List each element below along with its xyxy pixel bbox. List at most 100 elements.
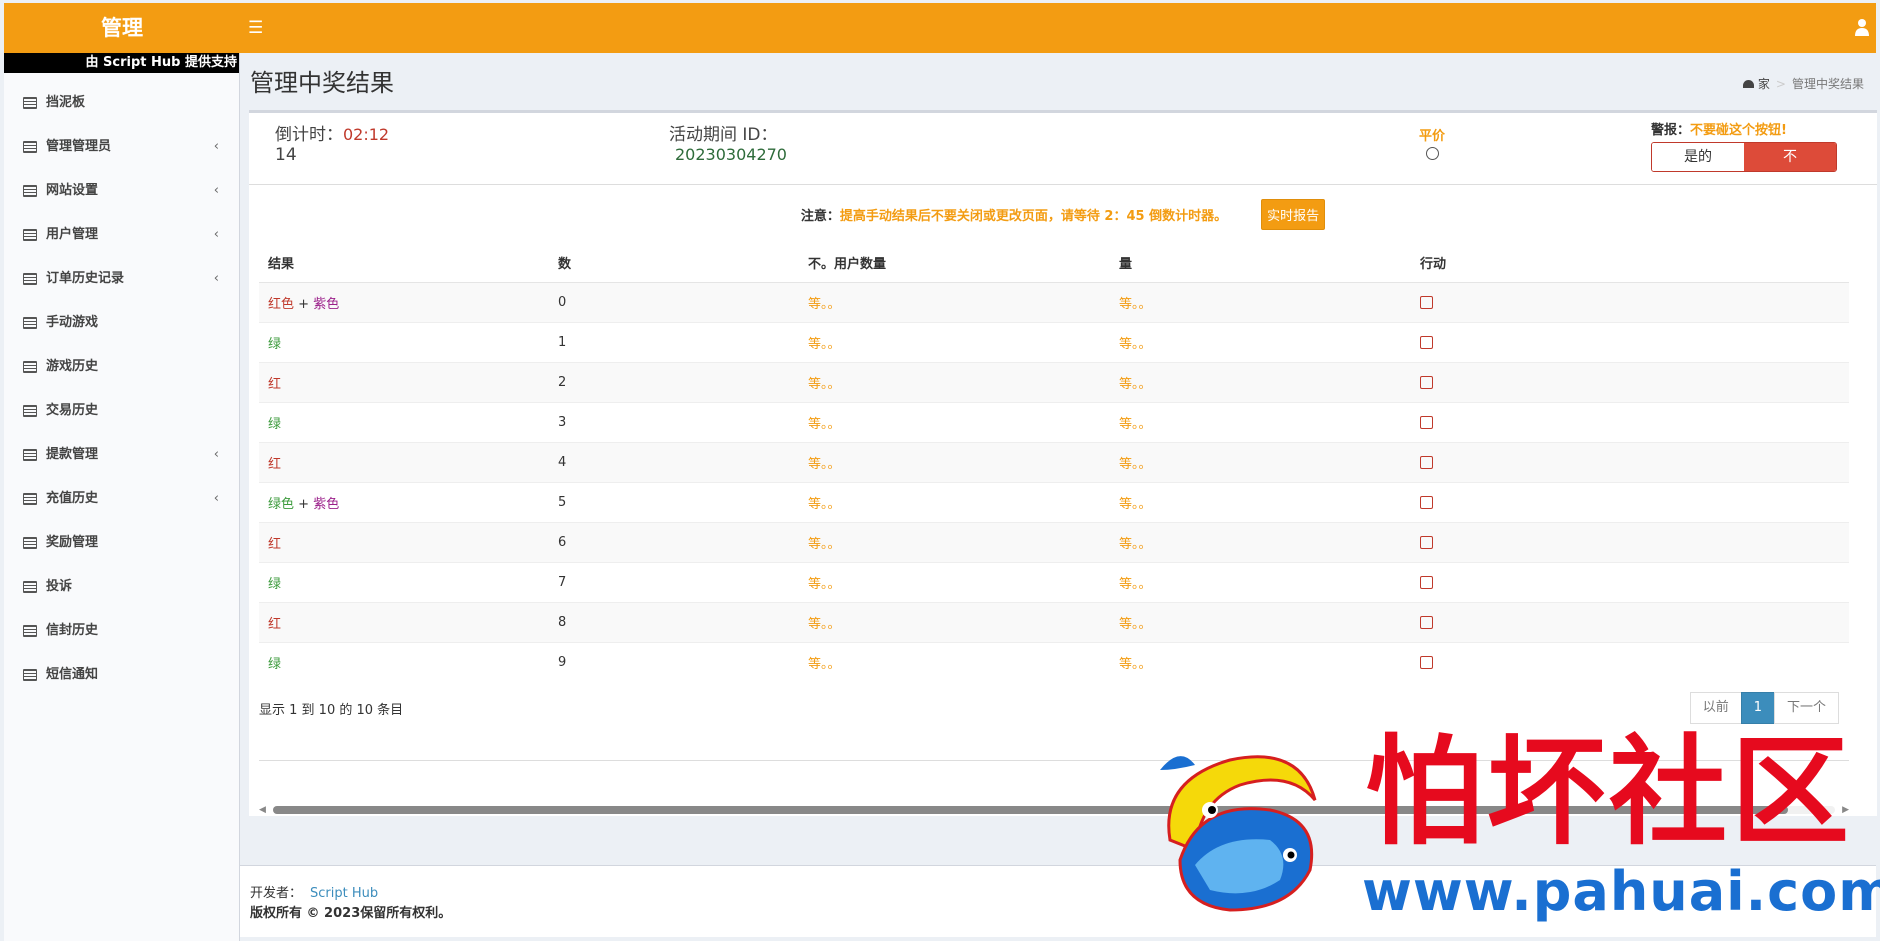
top-navbar: 管理 ☰ [4, 3, 1876, 53]
logo[interactable]: 管理 [4, 3, 240, 53]
sidebar-item-label: 交易历史 [46, 403, 99, 418]
results-box: 倒计时：02:12 14 活动期间 ID： 20230304270 平价 警报：… [249, 110, 1877, 816]
col-number[interactable]: 数 [549, 244, 799, 283]
sidebar-item-2[interactable]: 网站设置 ‹ [4, 169, 239, 213]
cell-number: 3 [549, 401, 799, 442]
sidebar-item-7[interactable]: 交易历史 [4, 389, 239, 433]
prev-page-button[interactable]: 以前 [1689, 692, 1742, 724]
sidebar-item-1[interactable]: 管理管理员 ‹ [4, 125, 239, 169]
list-icon [23, 97, 37, 109]
tie-label: 平价 [1418, 129, 1445, 144]
user-icon[interactable] [1854, 17, 1870, 37]
sidebar-item-8[interactable]: 提款管理 ‹ [4, 433, 239, 477]
sidebar-item-3[interactable]: 用户管理 ‹ [4, 213, 239, 257]
result-checkbox[interactable] [1420, 615, 1433, 629]
breadcrumb-home[interactable]: 家 [1758, 77, 1770, 91]
sidebar-item-6[interactable]: 游戏历史 [4, 345, 239, 389]
col-amount[interactable]: 量 [1110, 244, 1411, 283]
period-id: 活动期间 ID： 20230304270 [669, 125, 787, 165]
col-user-count[interactable]: 不。用户数量 [799, 244, 1110, 283]
table-body: 红色 + 紫色 0 等。。 等。。绿 1 等。。 等。。红 2 等。。 等。。绿 3 等。。 等。。红 4… [259, 281, 1849, 682]
list-icon [23, 273, 37, 285]
result-part: 紫色 [313, 296, 340, 312]
cell-user-count: 等。。 [799, 561, 1110, 602]
result-part: + [294, 496, 314, 512]
sidebar-item-label: 奖励管理 [46, 535, 99, 550]
list-icon [23, 449, 37, 461]
result-part: 绿 [268, 416, 282, 432]
cell-number: 1 [549, 321, 799, 362]
chevron-left-icon: ‹ [213, 271, 219, 286]
result-checkbox[interactable] [1420, 535, 1433, 549]
table-row: 红 8 等。。 等。。 [259, 601, 1849, 642]
notice-label: 注意： [800, 209, 840, 224]
result-part: 紫色 [313, 496, 340, 512]
result-checkbox[interactable] [1420, 415, 1433, 429]
no-button[interactable]: 不 [1744, 143, 1836, 171]
cell-action [1411, 641, 1849, 682]
sidebar-item-label: 游戏历史 [46, 359, 99, 374]
sidebar-item-9[interactable]: 充值历史 ‹ [4, 477, 239, 521]
sidebar-item-0[interactable]: 挡泥板 [4, 81, 239, 125]
copyright: 版权所有 © 2023保留所有权利。 [250, 906, 452, 921]
sidebar-item-12[interactable]: 信封历史 [4, 609, 239, 653]
cell-user-count: 等。。 [799, 641, 1110, 682]
table-row: 绿 9 等。。 等。。 [259, 641, 1849, 682]
sidebar-item-13[interactable]: 短信通知 [4, 653, 239, 697]
result-checkbox[interactable] [1420, 575, 1433, 589]
cell-user-count: 等。。 [799, 361, 1110, 402]
result-part: 绿色 [268, 496, 295, 512]
col-action[interactable]: 行动 [1411, 244, 1849, 283]
cell-number: 5 [549, 481, 799, 522]
chevron-left-icon: ‹ [213, 139, 219, 154]
result-checkbox[interactable] [1420, 375, 1433, 389]
result-part: 红 [268, 616, 282, 632]
cell-user-count: 等。。 [799, 521, 1110, 562]
powered-by-banner: 由 Script Hub 提供支持 [4, 53, 239, 73]
result-checkbox[interactable] [1420, 455, 1433, 469]
cell-result: 绿 [259, 641, 549, 682]
breadcrumb-current: 管理中奖结果 [1791, 77, 1864, 91]
page-title: 管理中奖结果 [250, 69, 394, 97]
list-icon [23, 361, 37, 373]
cell-number: 9 [549, 641, 799, 682]
list-icon [23, 625, 37, 637]
cell-user-count: 等。。 [799, 601, 1110, 642]
sidebar-item-5[interactable]: 手动游戏 [4, 301, 239, 345]
result-part: 绿 [268, 576, 282, 592]
sidebar-item-10[interactable]: 奖励管理 [4, 521, 239, 565]
cell-number: 2 [549, 361, 799, 402]
list-icon [23, 537, 37, 549]
sidebar-item-label: 订单历史记录 [46, 271, 125, 286]
list-icon [23, 493, 37, 505]
cell-amount: 等。。 [1110, 561, 1411, 602]
developer-link[interactable]: Script Hub [310, 886, 378, 901]
bars-icon[interactable]: ☰ [248, 3, 272, 53]
warning-text: 不要碰这个按钮! [1690, 123, 1787, 138]
notice: 注意：提高手动结果后不要关闭或更改页面，请等待 2：45 倒数计时器。 实时报告 [249, 199, 1877, 230]
page-1-button[interactable]: 1 [1740, 692, 1775, 724]
cell-amount: 等。。 [1110, 321, 1411, 362]
table-row: 红 6 等。。 等。。 [259, 521, 1849, 562]
notice-text: 提高手动结果后不要关闭或更改页面，请等待 2：45 倒数计时器。 [839, 209, 1228, 224]
result-checkbox[interactable] [1420, 655, 1433, 669]
result-checkbox[interactable] [1420, 295, 1433, 309]
scroll-left-icon[interactable]: ◀ [259, 803, 266, 817]
danger-toggle: 是的 不 [1651, 142, 1837, 172]
result-checkbox[interactable] [1420, 335, 1433, 349]
live-report-button[interactable]: 实时报告 [1261, 199, 1326, 230]
tie-radio[interactable] [1425, 147, 1439, 160]
warning-label: 警报： [1651, 123, 1691, 138]
sidebar-item-4[interactable]: 订单历史记录 ‹ [4, 257, 239, 301]
yes-button[interactable]: 是的 [1652, 143, 1744, 171]
result-checkbox[interactable] [1420, 495, 1433, 509]
period-value: 20230304270 [675, 145, 787, 164]
result-part: + [294, 296, 314, 312]
chevron-left-icon: ‹ [213, 227, 219, 242]
developer-credit: 开发者： Script Hub [250, 882, 378, 901]
sidebar-item-label: 短信通知 [46, 667, 99, 682]
sidebar-item-11[interactable]: 投诉 [4, 565, 239, 609]
breadcrumb: 家 > 管理中奖结果 [1742, 75, 1864, 92]
next-page-button[interactable]: 下一个 [1773, 692, 1839, 724]
col-result[interactable]: 结果 [259, 244, 549, 283]
